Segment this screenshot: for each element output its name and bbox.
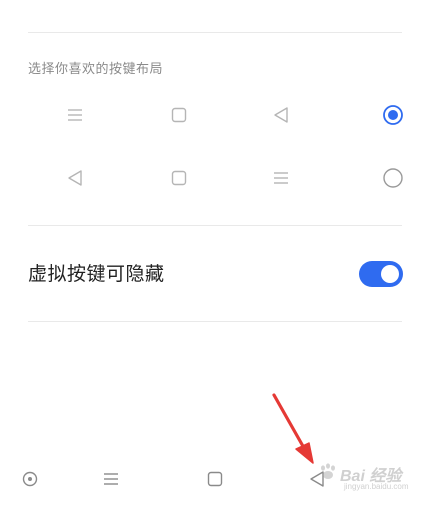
circle-dot-icon[interactable] xyxy=(13,462,47,496)
annotation-arrow xyxy=(272,393,314,464)
menu-icon[interactable] xyxy=(94,462,128,496)
watermark-url: jingyan.baidu.com xyxy=(344,482,409,491)
paw-logo xyxy=(321,463,335,479)
square-icon[interactable] xyxy=(198,462,232,496)
baidu-watermark: Bai 经验 jingyan.baidu.com xyxy=(318,460,410,496)
